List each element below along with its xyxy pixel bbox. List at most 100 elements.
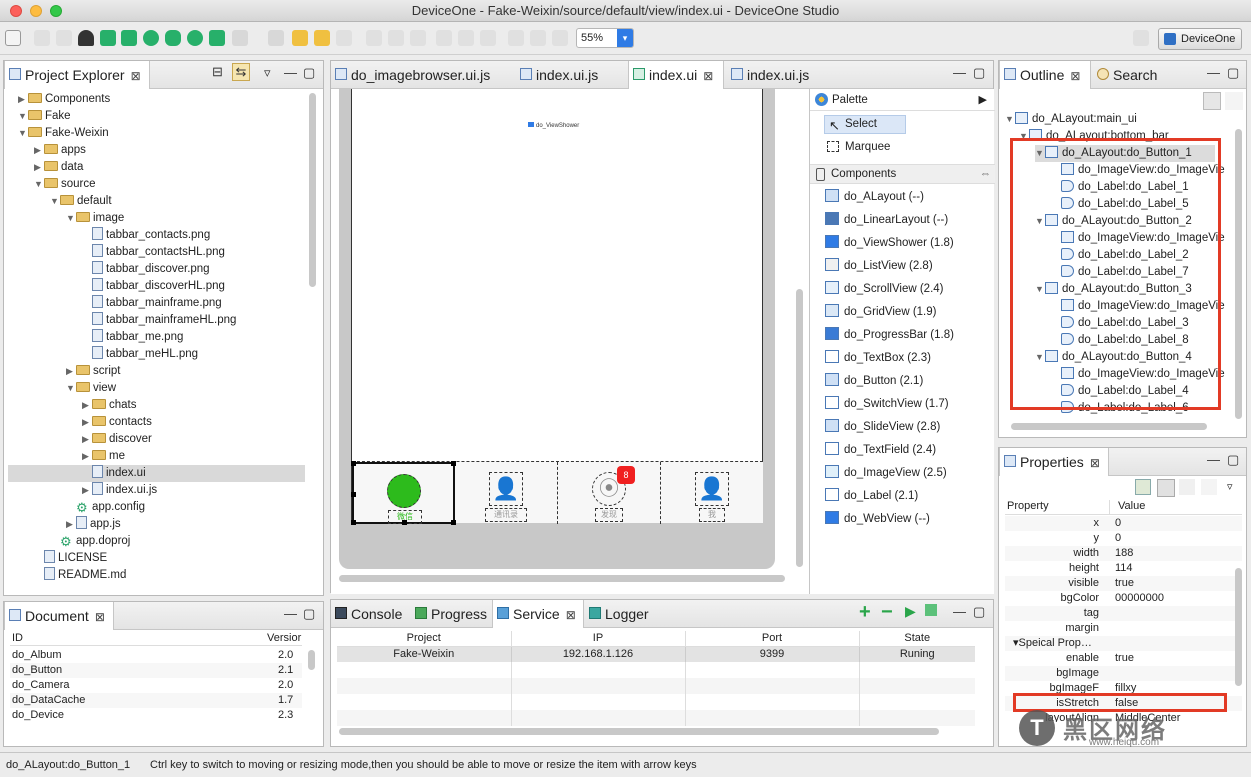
tree-item[interactable]: ▶ script (66, 363, 120, 380)
add-icon[interactable]: + (859, 601, 871, 624)
resize-handle[interactable] (351, 492, 356, 497)
tab-index-ui-js-2[interactable]: index.ui.js (727, 61, 827, 89)
zoom-select[interactable]: 55% ▾ (576, 28, 634, 48)
tab-button-3[interactable]: ⦿ 8 发现 (558, 462, 661, 524)
tree-item[interactable]: ▼ Fake-Weixin (18, 125, 109, 142)
palette-component[interactable]: do_ProgressBar (1.8) (825, 324, 954, 346)
minimize-window-button[interactable] (30, 5, 42, 17)
table-row[interactable]: do_Button 2.1 (10, 663, 302, 678)
package-icon[interactable] (100, 30, 116, 46)
tree-item[interactable]: LICENSE (34, 550, 107, 567)
minimize-icon[interactable]: — (1207, 65, 1220, 80)
close-icon[interactable]: ⊠ (131, 69, 141, 83)
deviceone-perspective-button[interactable]: DeviceOne (1158, 28, 1242, 50)
remove-icon[interactable]: − (881, 601, 893, 624)
run-icon[interactable] (232, 30, 248, 46)
tab-service[interactable]: Service ⊠ (492, 600, 584, 628)
expand-arrow-icon[interactable]: ▶ (82, 482, 92, 499)
palette-component[interactable]: do_GridView (1.9) (825, 301, 936, 323)
table-row[interactable]: do_DataCache 1.7 (10, 693, 302, 708)
minimize-icon[interactable]: — (953, 604, 966, 619)
document-scrollbar[interactable] (308, 650, 315, 670)
tab-console[interactable]: Console (331, 600, 409, 628)
tree-item[interactable]: tabbar_mainframe.png (82, 295, 222, 312)
tree-item[interactable]: tabbar_contacts.png (82, 227, 210, 244)
distribute-icon[interactable] (552, 30, 568, 46)
property-value[interactable]: 0 (1115, 516, 1121, 531)
close-icon[interactable]: ⊠ (1090, 456, 1100, 470)
close-icon[interactable]: ⊠ (95, 610, 105, 624)
android-icon[interactable] (165, 30, 181, 46)
palette-component[interactable]: do_ImageView (2.5) (825, 462, 947, 484)
tab-index-ui[interactable]: index.ui ⊠ (628, 61, 724, 89)
property-value[interactable]: 114 (1115, 561, 1133, 576)
property-value[interactable]: true (1115, 651, 1134, 666)
property-row[interactable]: ▾Speical Prop… (1005, 636, 1242, 651)
tree-item[interactable]: ▼ Fake (18, 108, 71, 125)
service-hscrollbar[interactable] (339, 728, 939, 735)
close-icon[interactable]: ⊠ (566, 608, 576, 622)
expand-arrow-icon[interactable]: ▼ (66, 210, 76, 227)
resize-handle[interactable] (351, 461, 356, 466)
tree-item[interactable]: tabbar_discoverHL.png (82, 278, 225, 295)
resize-handle[interactable] (351, 520, 356, 525)
property-row[interactable]: bgImage (1005, 666, 1242, 681)
undo-icon[interactable] (314, 30, 330, 46)
palette-component[interactable]: do_ScrollView (2.4) (825, 278, 944, 300)
property-row[interactable]: height 114 (1005, 561, 1242, 576)
viewshower-placeholder[interactable]: do_ViewShower (528, 122, 579, 129)
canvas-hscrollbar[interactable] (339, 575, 785, 582)
download-icon[interactable] (209, 30, 225, 46)
tab-index-ui-js[interactable]: index.ui.js (516, 61, 626, 89)
properties-vscrollbar[interactable] (1235, 568, 1242, 686)
close-window-button[interactable] (10, 5, 22, 17)
tab-button-1[interactable]: 微信 (351, 461, 456, 525)
property-row[interactable]: x0 (1005, 516, 1242, 531)
table-row[interactable]: Fake-Weixin 192.168.1.126 9399 Runing (337, 646, 975, 662)
expand-arrow-icon[interactable]: ▶ (82, 414, 92, 431)
expand-arrow-icon[interactable]: ▼ (66, 380, 76, 397)
maximize-icon[interactable]: ▢ (1227, 65, 1239, 81)
align-middle-icon[interactable] (458, 30, 474, 46)
table-row[interactable]: do_Album 2.0 (10, 648, 302, 663)
property-row[interactable]: tag (1005, 606, 1242, 621)
drawer-toggle-icon[interactable]: ⇔ (980, 165, 992, 184)
match-width-icon[interactable] (508, 30, 524, 46)
tree-item[interactable]: ▶ contacts (82, 414, 152, 431)
property-row[interactable]: y0 (1005, 531, 1242, 546)
tree-item[interactable]: ▼ default (50, 193, 112, 210)
align-top-icon[interactable] (436, 30, 452, 46)
minimize-icon[interactable]: — (1207, 452, 1220, 467)
align-right-icon[interactable] (410, 30, 426, 46)
property-value[interactable]: true (1115, 576, 1134, 591)
tree-item[interactable]: tabbar_mainframeHL.png (82, 312, 236, 329)
redo-icon[interactable] (336, 30, 352, 46)
user-icon[interactable] (78, 30, 94, 46)
collapse-all-icon[interactable]: ⊟ (212, 64, 223, 80)
view-menu-icon[interactable]: ▿ (1227, 480, 1233, 493)
maximize-icon[interactable]: ▢ (1227, 452, 1239, 468)
palette-component[interactable]: do_SwitchView (1.7) (825, 393, 949, 415)
property-value[interactable]: 00000000 (1115, 591, 1164, 606)
tree-item[interactable]: tabbar_me.png (82, 329, 183, 346)
expand-arrow-icon[interactable]: ▶ (82, 431, 92, 448)
property-row[interactable]: width 188 (1005, 546, 1242, 561)
device-screen[interactable]: do_ViewShower 微信 👤 通讯录 ⦿ 8 发现 👤 我 (351, 89, 763, 525)
minimize-icon[interactable]: — (284, 65, 297, 80)
new-property-icon[interactable] (1135, 479, 1151, 495)
tree-item[interactable]: ▶ me (82, 448, 125, 465)
tree-item[interactable]: index.ui (8, 465, 305, 482)
property-row[interactable]: bgColor 00000000 (1005, 591, 1242, 606)
filter-icon[interactable] (1179, 479, 1195, 495)
tree-item[interactable]: ▶ index.ui.js (82, 482, 157, 499)
components-drawer[interactable]: Components ⇔ (810, 164, 995, 184)
settings-icon[interactable] (187, 30, 203, 46)
property-value[interactable]: 188 (1115, 546, 1133, 561)
tree-item[interactable]: README.md (34, 567, 126, 584)
tree-item[interactable]: ▶ Components (18, 91, 110, 108)
link-editor-icon[interactable]: ⇆ (232, 63, 250, 81)
design-canvas[interactable]: do_ViewShower 微信 👤 通讯录 ⦿ 8 发现 👤 我 (331, 89, 809, 594)
palette-component[interactable]: do_ALayout (--) (825, 186, 924, 208)
perspective-icon[interactable] (1133, 30, 1149, 46)
tab-button-4[interactable]: 👤 我 (661, 462, 763, 524)
